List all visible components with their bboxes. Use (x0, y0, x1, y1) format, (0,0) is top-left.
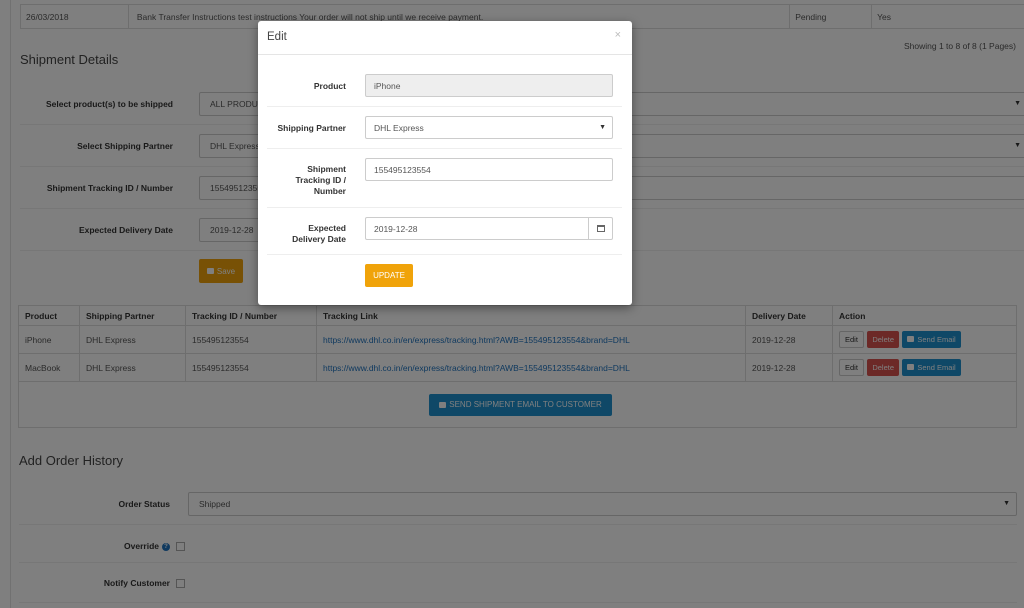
modal-partner-label: Shipping Partner (277, 123, 346, 133)
edit-modal: Edit × Product iPhone Shipping Partner D… (258, 21, 632, 305)
modal-partner-select[interactable]: DHL Express ▼ (365, 116, 613, 139)
modal-product-row: Product iPhone (267, 63, 622, 107)
modal-title: Edit (267, 31, 287, 43)
chevron-down-icon: ▼ (599, 124, 606, 131)
modal-tracking-label: Shipment Tracking ID / Number (295, 164, 346, 197)
modal-tracking-label-line: Tracking ID / (295, 175, 346, 185)
modal-header: Edit × (258, 21, 632, 55)
modal-tracking-row: Shipment Tracking ID / Number 1554951235… (267, 149, 622, 208)
close-icon[interactable]: × (615, 29, 621, 41)
modal-tracking-label-line: Number (313, 186, 346, 196)
modal-product-label: Product (313, 81, 346, 91)
modal-date-label-line: Expected (308, 223, 346, 233)
modal-partner-row: Shipping Partner DHL Express ▼ (267, 107, 622, 149)
update-button[interactable]: UPDATE (365, 264, 413, 287)
modal-date-input[interactable]: 2019-12-28 (365, 217, 613, 240)
calendar-button[interactable] (588, 218, 612, 239)
calendar-icon (596, 225, 605, 232)
modal-date-row: Expected Delivery Date 2019-12-28 (267, 208, 622, 255)
modal-date-label: Expected Delivery Date (292, 223, 346, 245)
modal-tracking-label-line: Shipment (307, 164, 346, 174)
modal-product-input: iPhone (365, 74, 613, 97)
modal-date-value: 2019-12-28 (374, 223, 418, 234)
modal-date-label-line: Delivery Date (292, 234, 346, 244)
modal-partner-value: DHL Express (374, 122, 424, 133)
modal-tracking-input[interactable]: 155495123554 (365, 158, 613, 181)
